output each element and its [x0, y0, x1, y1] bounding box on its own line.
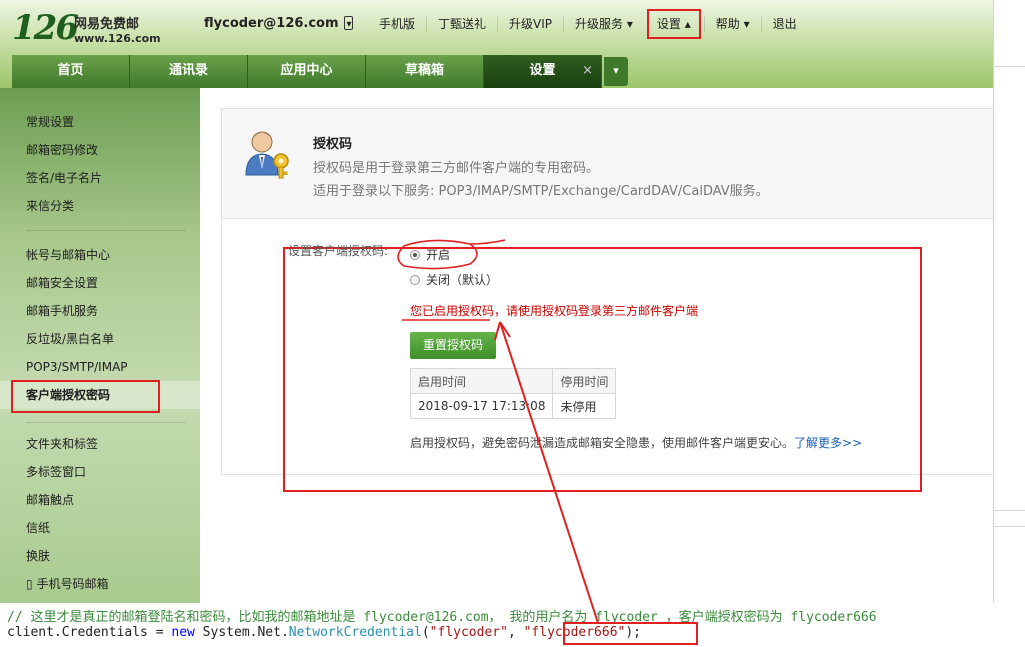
- divider: [26, 230, 186, 231]
- auth-code-panel: 授权码 授权码是用于登录第三方邮件客户端的专用密码。 适用于登录以下服务: PO…: [221, 108, 993, 492]
- code-comment: // 这里才是真正的邮箱登陆名和密码，比如我的邮箱地址是 flycoder@12…: [7, 610, 877, 625]
- sidebar-item-general[interactable]: 常规设置: [0, 108, 200, 136]
- close-icon[interactable]: ×: [582, 55, 593, 87]
- header: 126 网易免费邮 www.126.com flycoder@126.com ▾ …: [0, 0, 993, 88]
- radio-enable[interactable]: 开启: [410, 246, 450, 263]
- auth-code-field-label: 设置客户端授权码:: [288, 244, 389, 258]
- code-keyword: new: [171, 625, 195, 640]
- panel-header: 授权码 授权码是用于登录第三方邮件客户端的专用密码。 适用于登录以下服务: PO…: [222, 109, 993, 219]
- chevron-up-icon: ▴: [684, 17, 691, 31]
- disable-time: 未停用: [552, 393, 617, 419]
- code-comma: ,: [507, 625, 524, 640]
- logo-name: 网易免费邮: [74, 17, 140, 32]
- user-key-icon: [245, 131, 289, 179]
- table-row: 2018-09-17 17:13:08 未停用: [409, 393, 617, 419]
- sidebar-item-touchpoint[interactable]: 邮箱触点: [0, 486, 200, 514]
- tab-drafts[interactable]: 草稿箱: [366, 55, 484, 88]
- code-paren: (: [421, 625, 430, 640]
- sidebar-item-skin[interactable]: 换肤: [0, 542, 200, 570]
- radio-unchecked-icon[interactable]: [410, 274, 420, 285]
- code-type: NetworkCredential: [288, 625, 422, 640]
- tab-bar: 首页 通讯录 应用中心 草稿箱 设置 × ▾: [12, 55, 628, 88]
- code-username: "flycoder": [429, 625, 508, 640]
- radio-disable[interactable]: 关闭（默认）: [410, 271, 498, 288]
- code-statement: client.Credentials = new System.Net.Netw…: [7, 625, 641, 640]
- code-namespace: System.Net.: [194, 625, 289, 640]
- radio-enable-label: 开启: [426, 248, 451, 262]
- annotation-box: [563, 622, 698, 645]
- sidebar: 常规设置 邮箱密码修改 签名/电子名片 来信分类 帐号与邮箱中心 邮箱安全设置 …: [0, 88, 200, 603]
- auth-description: 授权码是用于登录第三方邮件客户端的专用密码。: [313, 161, 600, 176]
- logo-number: 126: [12, 8, 79, 48]
- reset-auth-code-button[interactable]: 重置授权码: [410, 332, 496, 359]
- top-nav: 手机版 丁甄送礼 升级VIP 升级服务 ▾ 设置 ▴ 帮助 ▾ 退出: [368, 9, 808, 39]
- column-header: 停用时间: [552, 368, 617, 394]
- nav-help-label: 帮助: [715, 17, 740, 31]
- tab-contacts[interactable]: 通讯录: [130, 55, 248, 88]
- tab-app-center[interactable]: 应用中心: [248, 55, 366, 88]
- nav-upgrade-service[interactable]: 升级服务 ▾: [563, 16, 644, 32]
- radio-disable-label: 关闭（默认）: [426, 273, 499, 287]
- account-email: flycoder@126.com: [204, 16, 339, 31]
- sidebar-item-pop3[interactable]: POP3/SMTP/IMAP: [0, 353, 200, 381]
- status-message: 您已启用授权码，请使用授权码登录第三方邮件客户端: [410, 304, 699, 318]
- code-prefix: client.Credentials =: [7, 625, 172, 640]
- annotation-box: [11, 380, 160, 413]
- sidebar-item-security[interactable]: 邮箱安全设置: [0, 269, 200, 297]
- divider: [994, 526, 1025, 527]
- page-title: 授权码: [313, 137, 353, 152]
- main-content: 授权码 授权码是用于登录第三方邮件客户端的专用密码。 适用于登录以下服务: PO…: [200, 88, 993, 603]
- divider: [994, 510, 1025, 511]
- sidebar-item-multi-tab[interactable]: 多标签窗口: [0, 458, 200, 486]
- sidebar-group-misc: 文件夹和标签 多标签窗口 邮箱触点 信纸 换肤 ▯ 手机号码邮箱: [0, 430, 200, 598]
- sidebar-item-phone-mail-label: 手机号码邮箱: [36, 577, 109, 591]
- column-header: 启用时间: [409, 368, 554, 394]
- sidebar-item-antispam[interactable]: 反垃圾/黑白名单: [0, 325, 200, 353]
- sidebar-item-password[interactable]: 邮箱密码修改: [0, 136, 200, 164]
- chevron-down-icon[interactable]: ▾: [604, 57, 628, 86]
- background-page: [994, 0, 1025, 603]
- nav-settings[interactable]: 设置 ▴: [646, 9, 701, 39]
- tab-settings[interactable]: 设置 ×: [484, 55, 602, 88]
- divider: [994, 66, 1025, 67]
- code-editor: // 这里才是真正的邮箱登陆名和密码，比如我的邮箱地址是 flycoder@12…: [0, 603, 1025, 647]
- mail-window: 126 网易免费邮 www.126.com flycoder@126.com ▾ …: [0, 0, 994, 603]
- nav-logout[interactable]: 退出: [760, 16, 808, 32]
- sidebar-group-general: 常规设置 邮箱密码修改 签名/电子名片 来信分类: [0, 108, 200, 220]
- tab-settings-label: 设置: [529, 63, 556, 78]
- sidebar-item-folders[interactable]: 文件夹和标签: [0, 430, 200, 458]
- mobile-phone-icon[interactable]: [344, 16, 353, 30]
- nav-upgrade-vip[interactable]: 升级VIP: [497, 16, 563, 32]
- account-menu[interactable]: flycoder@126.com ▾: [204, 16, 352, 31]
- sidebar-item-mobile-service[interactable]: 邮箱手机服务: [0, 297, 200, 325]
- tab-home[interactable]: 首页: [12, 55, 130, 88]
- sidebar-item-account-center[interactable]: 帐号与邮箱中心: [0, 241, 200, 269]
- security-note: 启用授权码，避免密码泄漏造成邮箱安全隐患，使用邮件客户端更安心。了解更多>>: [410, 434, 862, 451]
- sidebar-item-stationery[interactable]: 信纸: [0, 514, 200, 542]
- chevron-down-icon: ▾: [626, 17, 633, 31]
- divider: [26, 422, 186, 423]
- auth-time-table: 启用时间 停用时间 2018-09-17 17:13:08 未停用: [409, 368, 617, 419]
- mobile-phone-icon: ▯: [26, 577, 33, 591]
- nav-help[interactable]: 帮助 ▾: [703, 16, 761, 32]
- table-header-row: 启用时间 停用时间: [409, 368, 617, 394]
- auth-services: 适用于登录以下服务: POP3/IMAP/SMTP/Exchange/CardD…: [313, 184, 769, 199]
- nav-mobile[interactable]: 手机版: [368, 16, 426, 32]
- nav-upgrade-service-label: 升级服务: [575, 17, 624, 31]
- nav-settings-label: 设置: [656, 17, 681, 31]
- sidebar-item-phone-mail[interactable]: ▯ 手机号码邮箱: [0, 570, 200, 598]
- enable-time: 2018-09-17 17:13:08: [409, 393, 554, 419]
- sidebar-item-mail-filter[interactable]: 来信分类: [0, 192, 200, 220]
- sidebar-item-signature[interactable]: 签名/电子名片: [0, 164, 200, 192]
- nav-gift[interactable]: 丁甄送礼: [426, 16, 497, 32]
- chevron-down-icon: ▾: [743, 17, 750, 31]
- learn-more-link[interactable]: 了解更多>>: [794, 436, 862, 450]
- logo-url: www.126.com: [74, 32, 161, 45]
- security-note-text: 启用授权码，避免密码泄漏造成邮箱安全隐患，使用邮件客户端更安心。: [410, 436, 795, 450]
- radio-checked-icon[interactable]: [410, 249, 420, 260]
